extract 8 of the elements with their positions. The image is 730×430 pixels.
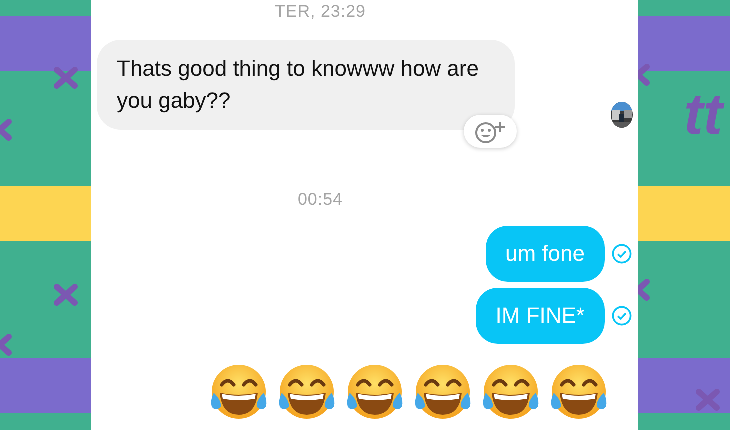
reaction-button[interactable] <box>464 115 517 148</box>
message-bubble: IM FINE* <box>476 288 605 344</box>
timestamp: 00:54 <box>298 190 344 210</box>
message-bubble: Thats good thing to knowww how are you gaby?? <box>97 40 515 130</box>
side-text: tt <box>684 86 723 144</box>
add-reaction-icon <box>474 120 506 144</box>
timestamp: TER, 23:29 <box>275 2 366 22</box>
message-bubble: um fone <box>486 226 605 282</box>
